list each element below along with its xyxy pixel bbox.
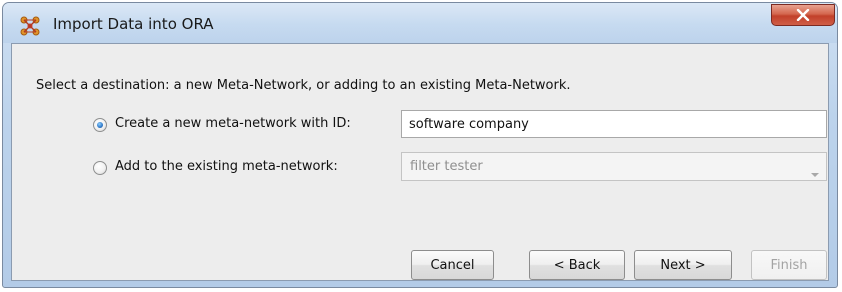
finish-button[interactable]: Finish	[751, 250, 827, 280]
window-title: Import Data into ORA	[53, 15, 214, 33]
create-new-label[interactable]: Create a new meta-network with ID:	[115, 116, 351, 131]
chevron-down-icon	[810, 164, 820, 177]
meta-network-id-input[interactable]	[401, 110, 827, 138]
title-bar[interactable]: Import Data into ORA	[3, 3, 837, 43]
create-new-radio[interactable]	[93, 118, 107, 132]
add-existing-radio[interactable]	[93, 161, 107, 175]
ora-app-icon	[20, 16, 40, 36]
instruction-text: Select a destination: a new Meta-Network…	[36, 78, 571, 93]
existing-meta-network-value: filter tester	[410, 159, 483, 174]
import-data-dialog: Import Data into ORA Select a destinatio…	[2, 2, 838, 288]
back-button[interactable]: < Back	[529, 250, 625, 280]
close-button[interactable]	[771, 4, 835, 26]
next-button[interactable]: Next >	[634, 250, 732, 280]
existing-meta-network-select[interactable]: filter tester	[401, 152, 827, 181]
close-icon	[772, 5, 834, 25]
dialog-content: Select a destination: a new Meta-Network…	[11, 43, 829, 281]
add-existing-label[interactable]: Add to the existing meta-network:	[115, 159, 338, 174]
cancel-button[interactable]: Cancel	[411, 250, 494, 280]
